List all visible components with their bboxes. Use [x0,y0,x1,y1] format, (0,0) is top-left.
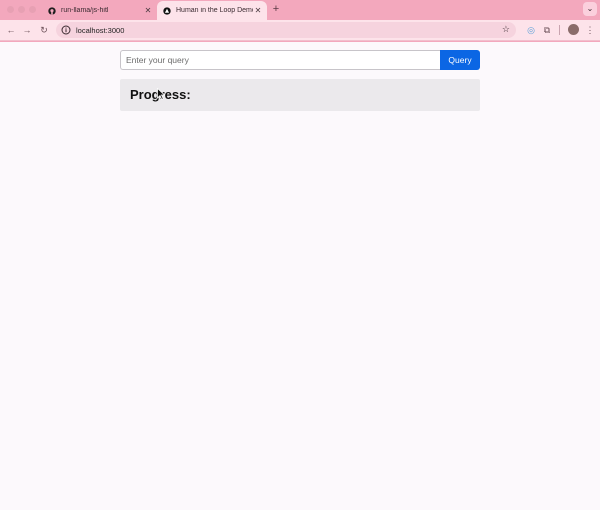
mouse-cursor-icon [157,88,165,100]
query-button[interactable]: Query [440,50,480,70]
window-zoom-dot[interactable] [29,6,36,13]
browser-toolbar: ← → ↻ ☆ ◎ ⧉ ⋮ [0,20,600,41]
bookmark-star-icon[interactable]: ☆ [502,24,510,35]
tab-github[interactable]: run-llama/js-hitl ✕ [42,1,157,20]
progress-panel: Progress: [120,79,480,111]
tab-human-in-the-loop[interactable]: Human in the Loop Demo ✕ [157,1,267,20]
forward-arrow-icon[interactable]: → [20,23,34,37]
extensions-puzzle-icon[interactable]: ⧉ [540,23,554,37]
tab-label: run-llama/js-hitl [61,7,109,14]
extension-icon[interactable]: ◎ [524,23,538,37]
new-tab-button[interactable]: + [270,3,282,15]
site-info-icon[interactable] [61,25,71,35]
back-arrow-icon[interactable]: ← [4,23,18,37]
profile-avatar[interactable] [568,24,579,35]
menu-kebab-icon[interactable]: ⋮ [583,23,597,37]
app-favicon-icon [163,6,171,15]
close-icon[interactable]: ✕ [143,6,153,15]
window-minimize-dot[interactable] [18,6,25,13]
github-icon [48,6,56,15]
tab-search-chevron-icon[interactable]: ⌄ [583,2,597,16]
query-input[interactable] [120,50,440,70]
browser-chrome: run-llama/js-hitl ✕ Human in the Loop De… [0,0,600,42]
tab-strip: run-llama/js-hitl ✕ Human in the Loop De… [0,0,600,20]
window-close-dot[interactable] [7,6,14,13]
close-icon[interactable]: ✕ [253,6,263,15]
query-form: Query [120,50,480,70]
toolbar-divider [559,25,560,35]
reload-icon[interactable]: ↻ [37,23,51,37]
url-input[interactable] [76,25,456,35]
tab-label: Human in the Loop Demo [176,7,253,14]
address-bar[interactable]: ☆ [56,22,516,38]
